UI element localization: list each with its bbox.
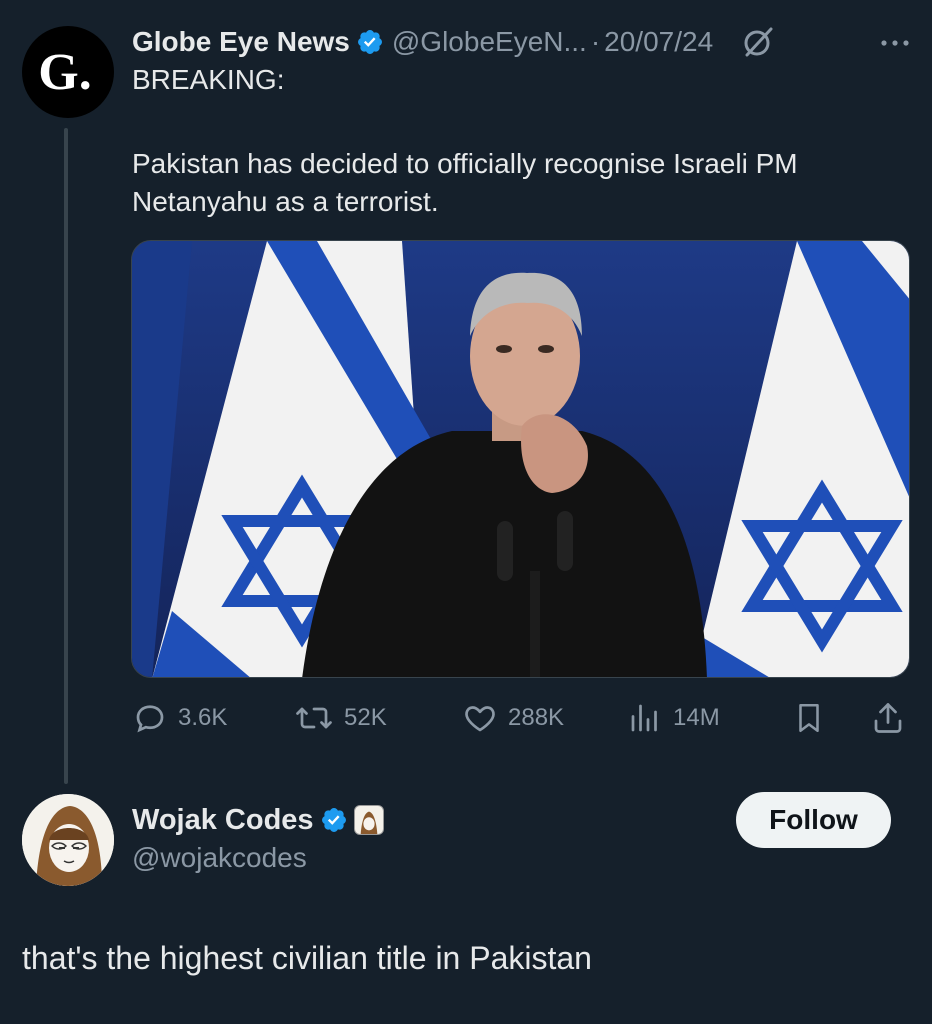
- reply-count: 3.6K: [178, 704, 228, 731]
- original-author-name[interactable]: Globe Eye News: [132, 26, 350, 58]
- views-button[interactable]: 14M: [627, 696, 720, 740]
- tweet-date[interactable]: 20/07/24: [604, 26, 713, 58]
- repost-icon: [296, 707, 332, 729]
- affiliate-badge-icon[interactable]: [353, 805, 384, 835]
- bookmark-button[interactable]: [792, 696, 826, 740]
- like-count: 288K: [508, 704, 565, 731]
- tweet-thread: G. Globe Eye News @GlobeEyeN... · 20/07/…: [0, 0, 932, 1024]
- heart-icon: [465, 706, 495, 732]
- original-tweet-header: Globe Eye News @GlobeEyeN... · 20/07/24: [132, 22, 912, 62]
- globe-eye-avatar[interactable]: G.: [22, 26, 114, 118]
- repost-count: 52K: [344, 704, 387, 731]
- separator-dot: ·: [590, 26, 601, 57]
- tweet-action-bar: 3.6K 52K 288K 14M: [132, 696, 908, 740]
- svg-text:G.: G.: [38, 44, 91, 101]
- views-count: 14M: [673, 704, 720, 731]
- globe-eye-logo-icon: G.: [38, 44, 91, 101]
- reply-body-text: that's the highest civilian title in Pak…: [22, 940, 592, 976]
- wojak-codes-avatar[interactable]: [22, 794, 114, 886]
- follow-button[interactable]: Follow: [736, 792, 891, 848]
- reply-header: Wojak Codes: [132, 800, 384, 840]
- grok-icon[interactable]: [741, 25, 775, 59]
- original-author-handle[interactable]: @GlobeEyeN...: [392, 26, 587, 58]
- tweet-body-text: Pakistan has decided to officially recog…: [132, 148, 798, 217]
- thread-connector-line: [64, 128, 68, 784]
- wojak-avatar-illustration: [22, 794, 114, 886]
- more-icon[interactable]: [878, 26, 912, 60]
- press-conference-photo: [132, 241, 909, 677]
- views-icon: [631, 704, 657, 732]
- tweet-photo[interactable]: [131, 240, 910, 678]
- verified-badge-icon: [356, 28, 384, 56]
- reply-icon: [136, 705, 164, 733]
- share-icon: [874, 703, 902, 733]
- reply-author-handle[interactable]: @wojakcodes: [132, 842, 307, 874]
- verified-badge-icon: [320, 806, 348, 834]
- bookmark-icon: [799, 703, 819, 733]
- repost-button[interactable]: 52K: [294, 696, 387, 740]
- reply-author-name[interactable]: Wojak Codes: [132, 804, 314, 837]
- tweet-heading: BREAKING:: [132, 64, 285, 95]
- reply-button[interactable]: 3.6K: [132, 696, 227, 740]
- share-button[interactable]: [870, 696, 906, 740]
- like-button[interactable]: 288K: [462, 696, 564, 740]
